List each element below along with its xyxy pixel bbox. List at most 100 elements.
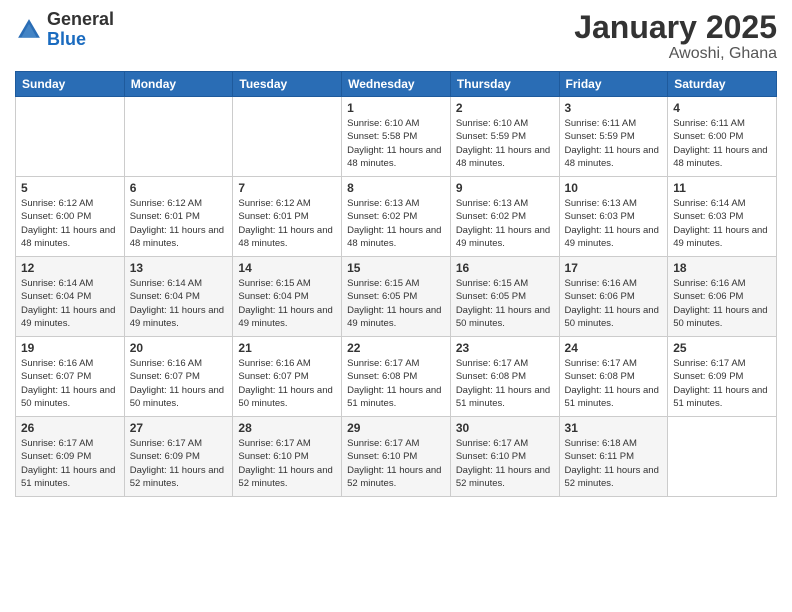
day-number: 6	[130, 181, 228, 195]
day-cell: 18 Sunrise: 6:16 AM Sunset: 6:06 PM Dayli…	[668, 257, 777, 337]
day-number: 18	[673, 261, 771, 275]
day-info: Sunrise: 6:15 AM Sunset: 6:05 PM Dayligh…	[456, 277, 554, 330]
day-cell: 5 Sunrise: 6:12 AM Sunset: 6:00 PM Daylig…	[16, 177, 125, 257]
day-info: Sunrise: 6:17 AM Sunset: 6:10 PM Dayligh…	[347, 437, 445, 490]
day-info: Sunrise: 6:13 AM Sunset: 6:02 PM Dayligh…	[456, 197, 554, 250]
day-cell: 14 Sunrise: 6:15 AM Sunset: 6:04 PM Dayli…	[233, 257, 342, 337]
weekday-header-saturday: Saturday	[668, 72, 777, 97]
logo-blue: Blue	[47, 29, 86, 49]
day-info: Sunrise: 6:17 AM Sunset: 6:08 PM Dayligh…	[347, 357, 445, 410]
logo-icon	[15, 16, 43, 44]
week-row-1: 1Sunrise: 6:10 AM Sunset: 5:58 PM Daylig…	[16, 97, 777, 177]
day-number: 10	[565, 181, 663, 195]
weekday-header-monday: Monday	[124, 72, 233, 97]
day-number: 17	[565, 261, 663, 275]
day-number: 31	[565, 421, 663, 435]
day-number: 29	[347, 421, 445, 435]
day-cell: 26 Sunrise: 6:17 AM Sunset: 6:09 PM Dayli…	[16, 417, 125, 497]
day-number: 5	[21, 181, 119, 195]
day-cell: 3Sunrise: 6:11 AM Sunset: 5:59 PM Daylig…	[559, 97, 668, 177]
day-info: Sunrise: 6:11 AM Sunset: 5:59 PM Dayligh…	[565, 117, 663, 170]
calendar-title: January 2025	[574, 10, 777, 45]
week-row-5: 26 Sunrise: 6:17 AM Sunset: 6:09 PM Dayli…	[16, 417, 777, 497]
day-info: Sunrise: 6:14 AM Sunset: 6:04 PM Dayligh…	[21, 277, 119, 330]
weekday-header-friday: Friday	[559, 72, 668, 97]
day-info: Sunrise: 6:17 AM Sunset: 6:09 PM Dayligh…	[21, 437, 119, 490]
day-number: 2	[456, 101, 554, 115]
header: General Blue January 2025 Awoshi, Ghana	[15, 10, 777, 63]
day-info: Sunrise: 6:12 AM Sunset: 6:00 PM Dayligh…	[21, 197, 119, 250]
day-info: Sunrise: 6:16 AM Sunset: 6:06 PM Dayligh…	[565, 277, 663, 330]
day-number: 7	[238, 181, 336, 195]
day-number: 22	[347, 341, 445, 355]
day-cell: 11Sunrise: 6:14 AM Sunset: 6:03 PM Dayli…	[668, 177, 777, 257]
weekday-header-row: SundayMondayTuesdayWednesdayThursdayFrid…	[16, 72, 777, 97]
day-number: 1	[347, 101, 445, 115]
day-info: Sunrise: 6:14 AM Sunset: 6:03 PM Dayligh…	[673, 197, 771, 250]
day-cell: 20Sunrise: 6:16 AM Sunset: 6:07 PM Dayli…	[124, 337, 233, 417]
day-cell: 1Sunrise: 6:10 AM Sunset: 5:58 PM Daylig…	[342, 97, 451, 177]
day-number: 27	[130, 421, 228, 435]
day-number: 21	[238, 341, 336, 355]
day-info: Sunrise: 6:17 AM Sunset: 6:10 PM Dayligh…	[238, 437, 336, 490]
week-row-3: 12Sunrise: 6:14 AM Sunset: 6:04 PM Dayli…	[16, 257, 777, 337]
logo: General Blue	[15, 10, 114, 50]
day-number: 9	[456, 181, 554, 195]
day-info: Sunrise: 6:17 AM Sunset: 6:09 PM Dayligh…	[673, 357, 771, 410]
day-number: 24	[565, 341, 663, 355]
day-cell	[16, 97, 125, 177]
day-info: Sunrise: 6:17 AM Sunset: 6:10 PM Dayligh…	[456, 437, 554, 490]
day-cell: 8 Sunrise: 6:13 AM Sunset: 6:02 PM Daylig…	[342, 177, 451, 257]
day-info: Sunrise: 6:12 AM Sunset: 6:01 PM Dayligh…	[238, 197, 336, 250]
day-cell: 29 Sunrise: 6:17 AM Sunset: 6:10 PM Dayli…	[342, 417, 451, 497]
day-number: 8	[347, 181, 445, 195]
day-cell: 12Sunrise: 6:14 AM Sunset: 6:04 PM Dayli…	[16, 257, 125, 337]
day-number: 28	[238, 421, 336, 435]
day-cell: 9 Sunrise: 6:13 AM Sunset: 6:02 PM Daylig…	[450, 177, 559, 257]
day-cell: 10Sunrise: 6:13 AM Sunset: 6:03 PM Dayli…	[559, 177, 668, 257]
day-info: Sunrise: 6:10 AM Sunset: 5:59 PM Dayligh…	[456, 117, 554, 170]
calendar-subtitle: Awoshi, Ghana	[574, 45, 777, 63]
day-cell: 13Sunrise: 6:14 AM Sunset: 6:04 PM Dayli…	[124, 257, 233, 337]
day-info: Sunrise: 6:15 AM Sunset: 6:04 PM Dayligh…	[238, 277, 336, 330]
day-cell: 19 Sunrise: 6:16 AM Sunset: 6:07 PM Dayli…	[16, 337, 125, 417]
day-cell: 24 Sunrise: 6:17 AM Sunset: 6:08 PM Dayli…	[559, 337, 668, 417]
day-cell: 15Sunrise: 6:15 AM Sunset: 6:05 PM Dayli…	[342, 257, 451, 337]
day-cell: 22 Sunrise: 6:17 AM Sunset: 6:08 PM Dayli…	[342, 337, 451, 417]
day-number: 26	[21, 421, 119, 435]
day-info: Sunrise: 6:17 AM Sunset: 6:09 PM Dayligh…	[130, 437, 228, 490]
day-info: Sunrise: 6:13 AM Sunset: 6:02 PM Dayligh…	[347, 197, 445, 250]
day-info: Sunrise: 6:16 AM Sunset: 6:07 PM Dayligh…	[130, 357, 228, 410]
day-cell: 23Sunrise: 6:17 AM Sunset: 6:08 PM Dayli…	[450, 337, 559, 417]
day-cell: 17 Sunrise: 6:16 AM Sunset: 6:06 PM Dayli…	[559, 257, 668, 337]
day-number: 15	[347, 261, 445, 275]
day-cell: 4Sunrise: 6:11 AM Sunset: 6:00 PM Daylig…	[668, 97, 777, 177]
day-info: Sunrise: 6:17 AM Sunset: 6:08 PM Dayligh…	[456, 357, 554, 410]
day-cell: 21 Sunrise: 6:16 AM Sunset: 6:07 PM Dayli…	[233, 337, 342, 417]
day-info: Sunrise: 6:17 AM Sunset: 6:08 PM Dayligh…	[565, 357, 663, 410]
day-number: 30	[456, 421, 554, 435]
day-cell: 30 Sunrise: 6:17 AM Sunset: 6:10 PM Dayli…	[450, 417, 559, 497]
day-cell: 7 Sunrise: 6:12 AM Sunset: 6:01 PM Daylig…	[233, 177, 342, 257]
day-cell	[233, 97, 342, 177]
logo-text: General Blue	[47, 10, 114, 50]
day-cell: 6Sunrise: 6:12 AM Sunset: 6:01 PM Daylig…	[124, 177, 233, 257]
title-block: January 2025 Awoshi, Ghana	[574, 10, 777, 63]
logo-general: General	[47, 9, 114, 29]
day-number: 14	[238, 261, 336, 275]
day-info: Sunrise: 6:16 AM Sunset: 6:06 PM Dayligh…	[673, 277, 771, 330]
week-row-2: 5 Sunrise: 6:12 AM Sunset: 6:00 PM Daylig…	[16, 177, 777, 257]
day-cell: 27 Sunrise: 6:17 AM Sunset: 6:09 PM Dayli…	[124, 417, 233, 497]
day-info: Sunrise: 6:11 AM Sunset: 6:00 PM Dayligh…	[673, 117, 771, 170]
day-number: 13	[130, 261, 228, 275]
day-info: Sunrise: 6:16 AM Sunset: 6:07 PM Dayligh…	[238, 357, 336, 410]
day-cell	[124, 97, 233, 177]
day-info: Sunrise: 6:16 AM Sunset: 6:07 PM Dayligh…	[21, 357, 119, 410]
day-cell: 2 Sunrise: 6:10 AM Sunset: 5:59 PM Daylig…	[450, 97, 559, 177]
day-cell	[668, 417, 777, 497]
day-info: Sunrise: 6:18 AM Sunset: 6:11 PM Dayligh…	[565, 437, 663, 490]
day-number: 19	[21, 341, 119, 355]
day-cell: 31 Sunrise: 6:18 AM Sunset: 6:11 PM Dayli…	[559, 417, 668, 497]
page: General Blue January 2025 Awoshi, Ghana …	[0, 0, 792, 612]
weekday-header-thursday: Thursday	[450, 72, 559, 97]
